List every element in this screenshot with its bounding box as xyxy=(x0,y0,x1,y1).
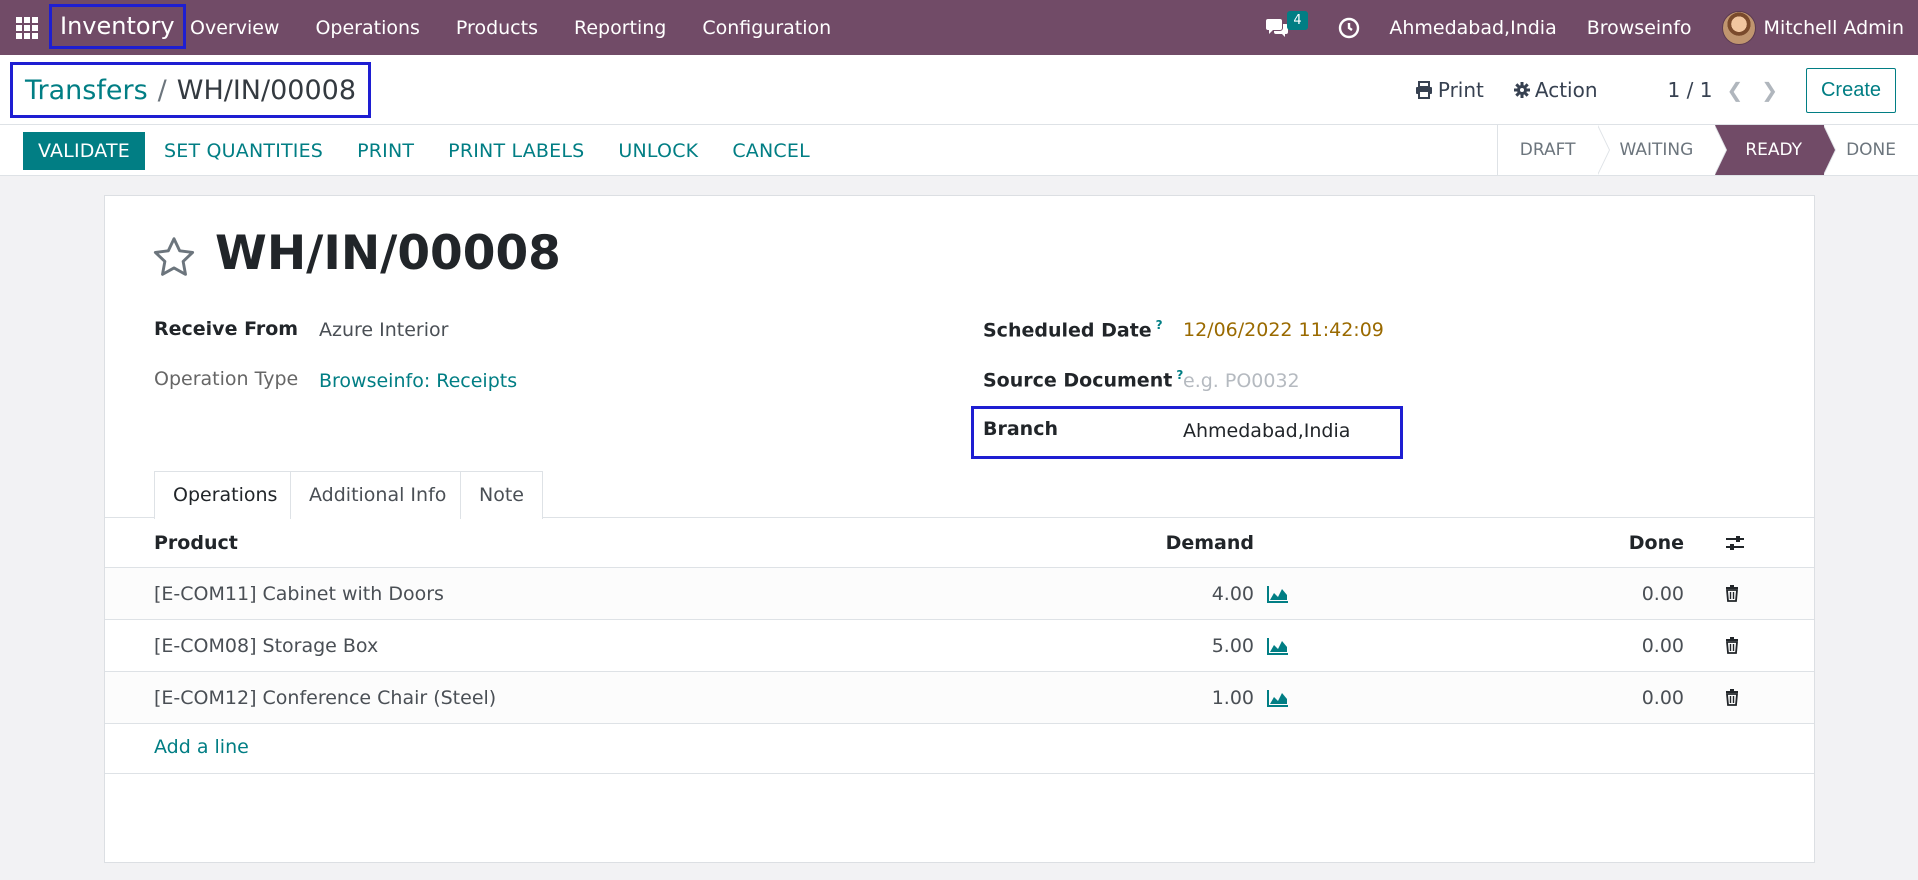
apps-menu-icon[interactable] xyxy=(16,17,38,39)
operation-type-label: Operation Type xyxy=(154,368,299,390)
row-product[interactable]: [E-COM08] Storage Box xyxy=(154,620,378,671)
status-bar: VALIDATE SET QUANTITIES PRINT PRINT LABE… xyxy=(0,125,1918,176)
row-done[interactable]: 0.00 xyxy=(1642,672,1684,723)
company-switcher[interactable]: Browseinfo xyxy=(1587,17,1692,39)
receive-from-label: Receive From xyxy=(154,318,299,340)
validate-button[interactable]: VALIDATE xyxy=(23,132,145,170)
done-column-header[interactable]: Done xyxy=(1629,518,1684,567)
top-navbar: Inventory Overview Operations Products R… xyxy=(0,0,1918,55)
stage-pipeline: DRAFT WAITING READY DONE xyxy=(1496,125,1918,176)
cancel-button[interactable]: CANCEL xyxy=(715,132,827,170)
table-row[interactable]: [E-COM12] Conference Chair (Steel) 1.00 … xyxy=(105,672,1814,724)
operations-table: Product Demand Done [E-COM11] Cabinet wi… xyxy=(105,518,1814,774)
row-product[interactable]: [E-COM11] Cabinet with Doors xyxy=(154,568,444,619)
forecast-chart-icon[interactable] xyxy=(1267,672,1289,723)
menu-products[interactable]: Products xyxy=(456,17,538,39)
stage-done[interactable]: DONE xyxy=(1824,125,1918,175)
pager-next-icon[interactable]: ❯ xyxy=(1761,78,1778,102)
chat-icon xyxy=(1266,18,1289,37)
row-demand[interactable]: 5.00 xyxy=(1212,620,1254,671)
menu-operations[interactable]: Operations xyxy=(315,17,419,39)
star-icon[interactable] xyxy=(152,236,196,278)
stage-draft[interactable]: DRAFT xyxy=(1498,125,1610,175)
gear-icon xyxy=(1513,82,1530,98)
receive-from-field[interactable]: Azure Interior xyxy=(319,319,448,341)
forecast-chart-icon[interactable] xyxy=(1267,620,1289,671)
product-column-header[interactable]: Product xyxy=(154,518,238,567)
menu-configuration[interactable]: Configuration xyxy=(702,17,831,39)
forecast-chart-icon[interactable] xyxy=(1267,568,1289,619)
add-line-link[interactable]: Add a line xyxy=(154,736,249,758)
row-done[interactable]: 0.00 xyxy=(1642,568,1684,619)
trash-icon[interactable] xyxy=(1725,672,1739,723)
tab-operations[interactable]: Operations xyxy=(154,471,297,519)
scheduled-date-label-text: Scheduled Date xyxy=(983,319,1152,342)
avatar[interactable] xyxy=(1721,10,1756,45)
row-demand[interactable]: 4.00 xyxy=(1212,568,1254,619)
record-title: WH/IN/00008 xyxy=(215,226,561,281)
scheduled-date-label: Scheduled Date? xyxy=(983,318,1163,341)
control-panel: Transfers / WH/IN/00008 Print Action 1 /… xyxy=(0,55,1918,125)
tab-note[interactable]: Note xyxy=(460,471,543,519)
trash-icon[interactable] xyxy=(1725,620,1739,671)
operation-type-field[interactable]: Browseinfo: Receipts xyxy=(319,370,517,392)
breadcrumb: Transfers / WH/IN/00008 xyxy=(10,62,371,118)
action-label: Action xyxy=(1534,78,1598,102)
breadcrumb-transfers-link[interactable]: Transfers xyxy=(25,75,148,106)
branch-switcher[interactable]: Ahmedabad,India xyxy=(1389,17,1556,39)
source-document-input[interactable]: e.g. PO0032 xyxy=(1183,370,1300,392)
row-done[interactable]: 0.00 xyxy=(1642,620,1684,671)
print-dropdown-button[interactable]: Print xyxy=(1415,78,1484,102)
user-menu[interactable]: Mitchell Admin xyxy=(1764,17,1904,39)
chat-count-badge: 4 xyxy=(1287,10,1308,30)
help-icon[interactable]: ? xyxy=(1156,318,1163,332)
pager-value[interactable]: 1 / 1 xyxy=(1668,78,1713,102)
set-quantities-button[interactable]: SET QUANTITIES xyxy=(147,132,340,170)
add-line-row: Add a line xyxy=(105,724,1814,774)
stage-ready[interactable]: READY xyxy=(1715,125,1836,175)
branch-label: Branch xyxy=(983,418,1058,440)
stage-waiting[interactable]: WAITING xyxy=(1598,125,1728,175)
table-header: Product Demand Done xyxy=(105,518,1814,568)
print-label: Print xyxy=(1437,78,1484,102)
print-button[interactable]: PRINT xyxy=(340,132,431,170)
print-labels-button[interactable]: PRINT LABELS xyxy=(431,132,601,170)
tab-additional-info[interactable]: Additional Info xyxy=(290,471,466,519)
menu-reporting[interactable]: Reporting xyxy=(574,17,666,39)
activity-clock-icon[interactable] xyxy=(1337,16,1361,40)
source-document-label-text: Source Document xyxy=(983,369,1173,392)
branch-field[interactable]: Ahmedabad,India xyxy=(1183,420,1350,442)
create-button[interactable]: Create xyxy=(1805,67,1896,113)
app-name[interactable]: Inventory xyxy=(49,4,186,49)
trash-icon[interactable] xyxy=(1725,568,1739,619)
unlock-button[interactable]: UNLOCK xyxy=(601,132,715,170)
control-actions: Print Action 1 / 1 ❮ ❯ Create xyxy=(1415,55,1918,125)
scheduled-date-field[interactable]: 12/06/2022 11:42:09 xyxy=(1183,319,1384,341)
breadcrumb-current: WH/IN/00008 xyxy=(176,74,356,106)
pager-previous-icon[interactable]: ❮ xyxy=(1726,78,1743,102)
form-sheet: WH/IN/00008 Receive From Azure Interior … xyxy=(104,195,1815,863)
navbar-systray: 4 Ahmedabad,India Browseinfo Mitchell Ad… xyxy=(1265,0,1904,55)
row-product[interactable]: [E-COM12] Conference Chair (Steel) xyxy=(154,672,496,723)
source-document-label: Source Document? xyxy=(983,368,1183,391)
print-icon xyxy=(1415,81,1432,99)
statusbar-buttons: VALIDATE SET QUANTITIES PRINT PRINT LABE… xyxy=(23,132,827,170)
action-dropdown-button[interactable]: Action xyxy=(1513,78,1598,102)
demand-column-header[interactable]: Demand xyxy=(1166,518,1254,567)
menu-overview[interactable]: Overview xyxy=(190,17,279,39)
breadcrumb-separator: / xyxy=(157,74,167,106)
messaging-menu[interactable]: 4 xyxy=(1265,10,1308,41)
table-row[interactable]: [E-COM11] Cabinet with Doors 4.00 0.00 xyxy=(105,568,1814,620)
main-menu: Overview Operations Products Reporting C… xyxy=(190,0,867,55)
notebook-tabs: Operations Additional Info Note xyxy=(105,471,1814,519)
row-demand[interactable]: 1.00 xyxy=(1212,672,1254,723)
table-row[interactable]: [E-COM08] Storage Box 5.00 0.00 xyxy=(105,620,1814,672)
optional-columns-icon[interactable] xyxy=(1725,518,1745,567)
